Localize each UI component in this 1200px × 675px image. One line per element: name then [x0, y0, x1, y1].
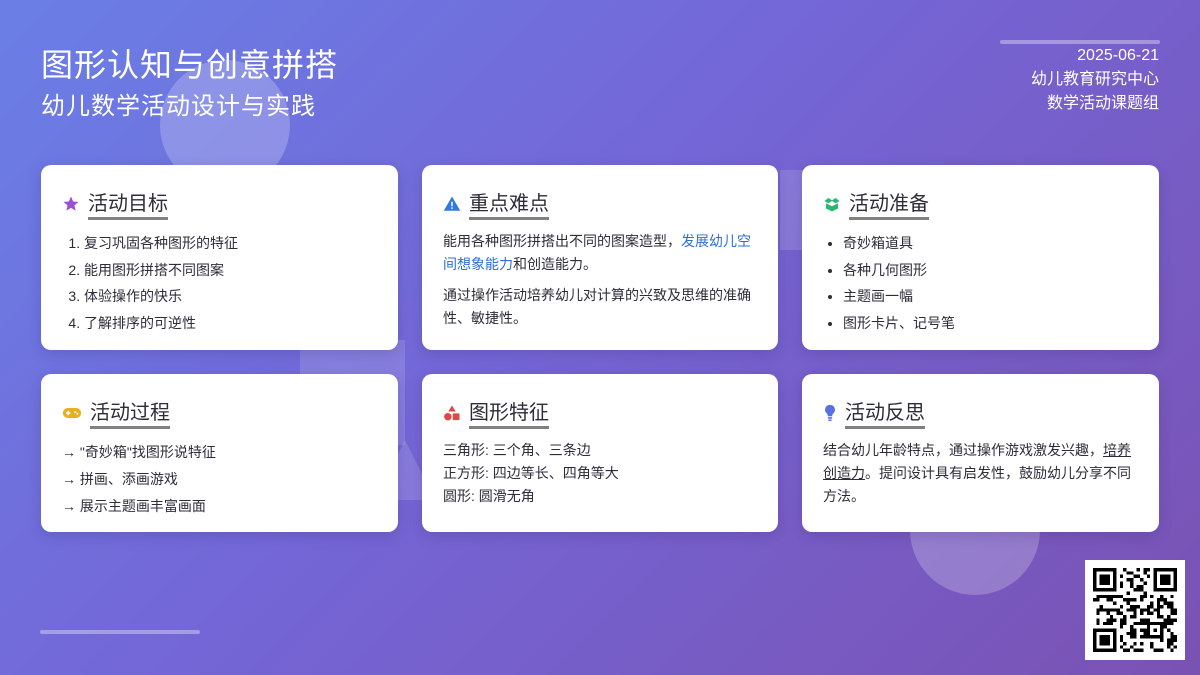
features-list: 三角形: 三个角、三条边 正方形: 四边等长、四角等大 圆形: 圆滑无角: [443, 439, 758, 508]
list-item: → 拼画、添画游戏: [62, 471, 178, 487]
page-title: 图形认知与创意拼搭: [41, 47, 339, 83]
list-item: 三角形: 三个角、三条边: [443, 442, 591, 458]
decorative-line: [40, 630, 200, 634]
shapes-icon: [443, 404, 461, 422]
list-item: 体验操作的快乐: [84, 283, 378, 310]
card-title: 活动目标: [88, 187, 168, 220]
list-item: → 展示主题画丰富画面: [62, 498, 206, 514]
card-activity-goals: 活动目标 复习巩固各种图形的特征 能用图形拼搭不同图案 体验操作的快乐 了解排序…: [41, 165, 398, 350]
list-item: 各种几何图形: [843, 257, 1139, 284]
list-item: 图形卡片、记号笔: [843, 310, 1139, 337]
text-segment: 结合幼儿年龄特点，通过操作游戏激发兴趣，: [823, 442, 1103, 458]
list-item: 主题画一幅: [843, 283, 1139, 310]
text-segment: 。提问设计具有启发性，鼓励幼儿分享不同方法。: [823, 465, 1131, 504]
card-heading: 图形特征: [443, 396, 758, 429]
card-heading: 活动过程: [62, 396, 378, 429]
list-item: 能用图形拼搭不同图案: [84, 257, 378, 284]
qr-code-image: [1093, 568, 1177, 652]
list-item: 正方形: 四边等长、四角等大: [443, 465, 619, 481]
text-segment: 能用各种图形拼搭出不同的图案造型，: [443, 233, 681, 249]
star-icon: [62, 195, 80, 213]
list-item: → "奇妙箱"找图形说特征: [62, 444, 216, 460]
box-icon: [823, 195, 841, 213]
header-meta: 2025-06-21 幼儿教育研究中心 数学活动课题组: [1031, 44, 1159, 116]
card-heading: 重点难点: [443, 187, 758, 220]
goals-list: 复习巩固各种图形的特征 能用图形拼搭不同图案 体验操作的快乐 了解排序的可逆性: [62, 230, 378, 336]
card-heading: 活动准备: [823, 187, 1139, 220]
card-shape-features: 图形特征 三角形: 三个角、三条边 正方形: 四边等长、四角等大 圆形: 圆滑无…: [422, 374, 778, 532]
list-item: 奇妙箱道具: [843, 230, 1139, 257]
difficulty-paragraph: 能用各种图形拼搭出不同的图案造型，发展幼儿空间想象能力和创造能力。: [443, 230, 758, 276]
reflection-paragraph: 结合幼儿年龄特点，通过操作游戏激发兴趣，培养创造力。提问设计具有启发性，鼓励幼儿…: [823, 439, 1139, 508]
card-title: 活动过程: [90, 396, 170, 429]
lightbulb-icon: [823, 404, 837, 422]
qr-code[interactable]: [1085, 560, 1185, 660]
preparation-list: 奇妙箱道具 各种几何图形 主题画一幅 图形卡片、记号笔: [823, 230, 1139, 336]
list-item: 复习巩固各种图形的特征: [84, 230, 378, 257]
group-text: 数学活动课题组: [1046, 95, 1159, 112]
card-title: 重点难点: [469, 187, 549, 220]
gamepad-icon: [62, 404, 82, 422]
card-activity-process: 活动过程 → "奇妙箱"找图形说特征 → 拼画、添画游戏 → 展示主题画丰富画面: [41, 374, 398, 532]
date-text: 2025-06-21: [1077, 47, 1159, 64]
list-item: 了解排序的可逆性: [84, 310, 378, 337]
card-activity-preparation: 活动准备 奇妙箱道具 各种几何图形 主题画一幅 图形卡片、记号笔: [802, 165, 1159, 350]
card-title: 活动反思: [845, 396, 925, 429]
process-list: → "奇妙箱"找图形说特征 → 拼画、添画游戏 → 展示主题画丰富画面: [62, 439, 378, 520]
card-heading: 活动目标: [62, 187, 378, 220]
organization-text: 幼儿教育研究中心: [1030, 71, 1159, 88]
card-activity-reflection: 活动反思 结合幼儿年龄特点，通过操作游戏激发兴趣，培养创造力。提问设计具有启发性…: [802, 374, 1159, 532]
text-segment: 和创造能力。: [513, 256, 597, 272]
card-key-difficulties: 重点难点 能用各种图形拼搭出不同的图案造型，发展幼儿空间想象能力和创造能力。 通…: [422, 165, 778, 350]
card-title: 活动准备: [849, 187, 929, 220]
card-heading: 活动反思: [823, 396, 1139, 429]
difficulty-paragraph: 通过操作活动培养幼儿对计算的兴致及思维的准确性、敏捷性。: [443, 287, 751, 326]
card-title: 图形特征: [469, 396, 549, 429]
warning-icon: [443, 195, 461, 213]
list-item: 圆形: 圆滑无角: [443, 488, 535, 504]
page-subtitle: 幼儿数学活动设计与实践: [41, 93, 316, 120]
